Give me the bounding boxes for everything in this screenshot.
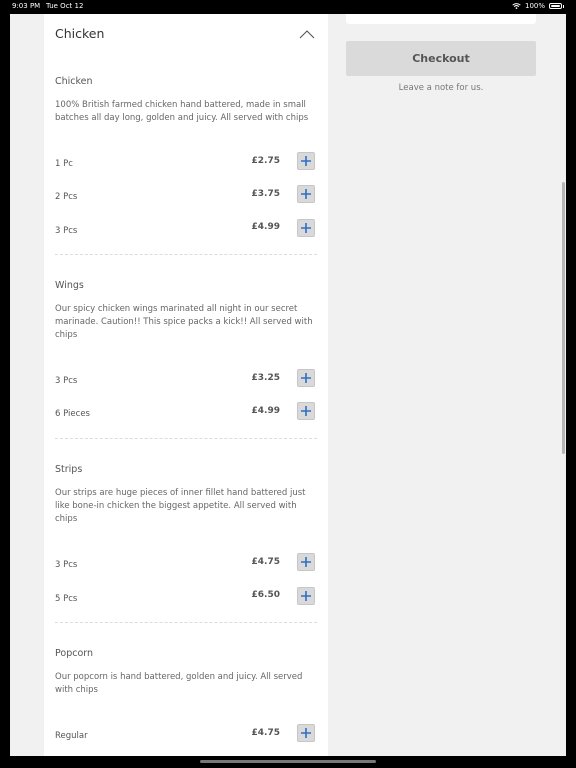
battery-icon — [549, 3, 562, 9]
item-label: 3 Pcs — [55, 560, 78, 570]
plus-icon — [301, 728, 311, 738]
status-time: 9:03 PM — [12, 2, 41, 10]
section-desc-chicken: 100% British farmed chicken hand battere… — [55, 100, 309, 123]
item-label: 3 Pcs — [55, 226, 78, 236]
add-item-button[interactable] — [297, 402, 315, 420]
item-price: £4.75 — [251, 557, 280, 567]
plus-icon — [301, 223, 311, 233]
add-item-button[interactable] — [297, 553, 315, 571]
battery-percent: 100% — [524, 2, 545, 10]
add-item-button[interactable] — [297, 724, 315, 742]
add-item-button[interactable] — [297, 587, 315, 605]
item-label: 2 Pcs — [55, 192, 78, 202]
plus-icon — [301, 591, 311, 601]
plus-icon — [301, 406, 311, 416]
item-label: 3 Pcs — [55, 376, 78, 386]
add-item-button[interactable] — [297, 369, 315, 387]
status-bar: 9:03 PM Tue Oct 12 100% — [0, 0, 576, 14]
checkout-button[interactable]: Checkout — [346, 41, 536, 76]
leave-note-link[interactable]: Leave a note for us. — [346, 83, 536, 93]
item-label: 6 Pieces — [55, 409, 90, 419]
section-title-chicken: Chicken — [55, 76, 93, 87]
item-price: £6.50 — [251, 590, 280, 600]
section-title-wings: Wings — [55, 280, 84, 291]
item-label: 1 Pc — [55, 159, 73, 169]
chevron-up-icon[interactable] — [299, 30, 315, 39]
order-summary-card — [346, 14, 536, 24]
status-date: Tue Oct 12 — [46, 2, 84, 10]
add-item-button[interactable] — [297, 219, 315, 237]
add-item-button[interactable] — [297, 152, 315, 170]
section-title-popcorn: Popcorn — [55, 648, 94, 659]
section-desc-popcorn: Our popcorn is hand battered, golden and… — [55, 672, 303, 695]
scrollbar[interactable] — [562, 182, 565, 454]
item-price: £3.25 — [251, 373, 280, 383]
section-divider — [55, 622, 317, 623]
section-desc-wings: Our spicy chicken wings marinated all ni… — [55, 304, 313, 340]
plus-icon — [301, 557, 311, 567]
item-price: £3.75 — [251, 189, 280, 199]
item-price: £4.99 — [251, 222, 280, 232]
plus-icon — [301, 156, 311, 166]
category-header[interactable]: Chicken — [44, 14, 328, 52]
item-price: £4.99 — [251, 406, 280, 416]
section-desc-strips: Our strips are huge pieces of inner fill… — [55, 488, 306, 524]
section-divider — [55, 438, 317, 439]
plus-icon — [301, 373, 311, 383]
battery-tip — [563, 4, 564, 8]
item-price: £4.75 — [251, 728, 280, 738]
status-right: 100% — [512, 2, 564, 10]
menu-panel: Chicken Chicken 100% British farmed chic… — [44, 14, 328, 756]
section-title-strips: Strips — [55, 464, 83, 475]
wifi-icon — [512, 3, 521, 9]
category-title: Chicken — [55, 26, 105, 41]
item-label: 5 Pcs — [55, 594, 78, 604]
section-divider — [55, 254, 317, 255]
item-price: £2.75 — [251, 156, 280, 166]
plus-icon — [301, 189, 311, 199]
item-label: Regular — [55, 731, 88, 741]
home-indicator[interactable] — [200, 760, 376, 763]
add-item-button[interactable] — [297, 185, 315, 203]
app-screen: Chicken Chicken 100% British farmed chic… — [10, 14, 566, 756]
